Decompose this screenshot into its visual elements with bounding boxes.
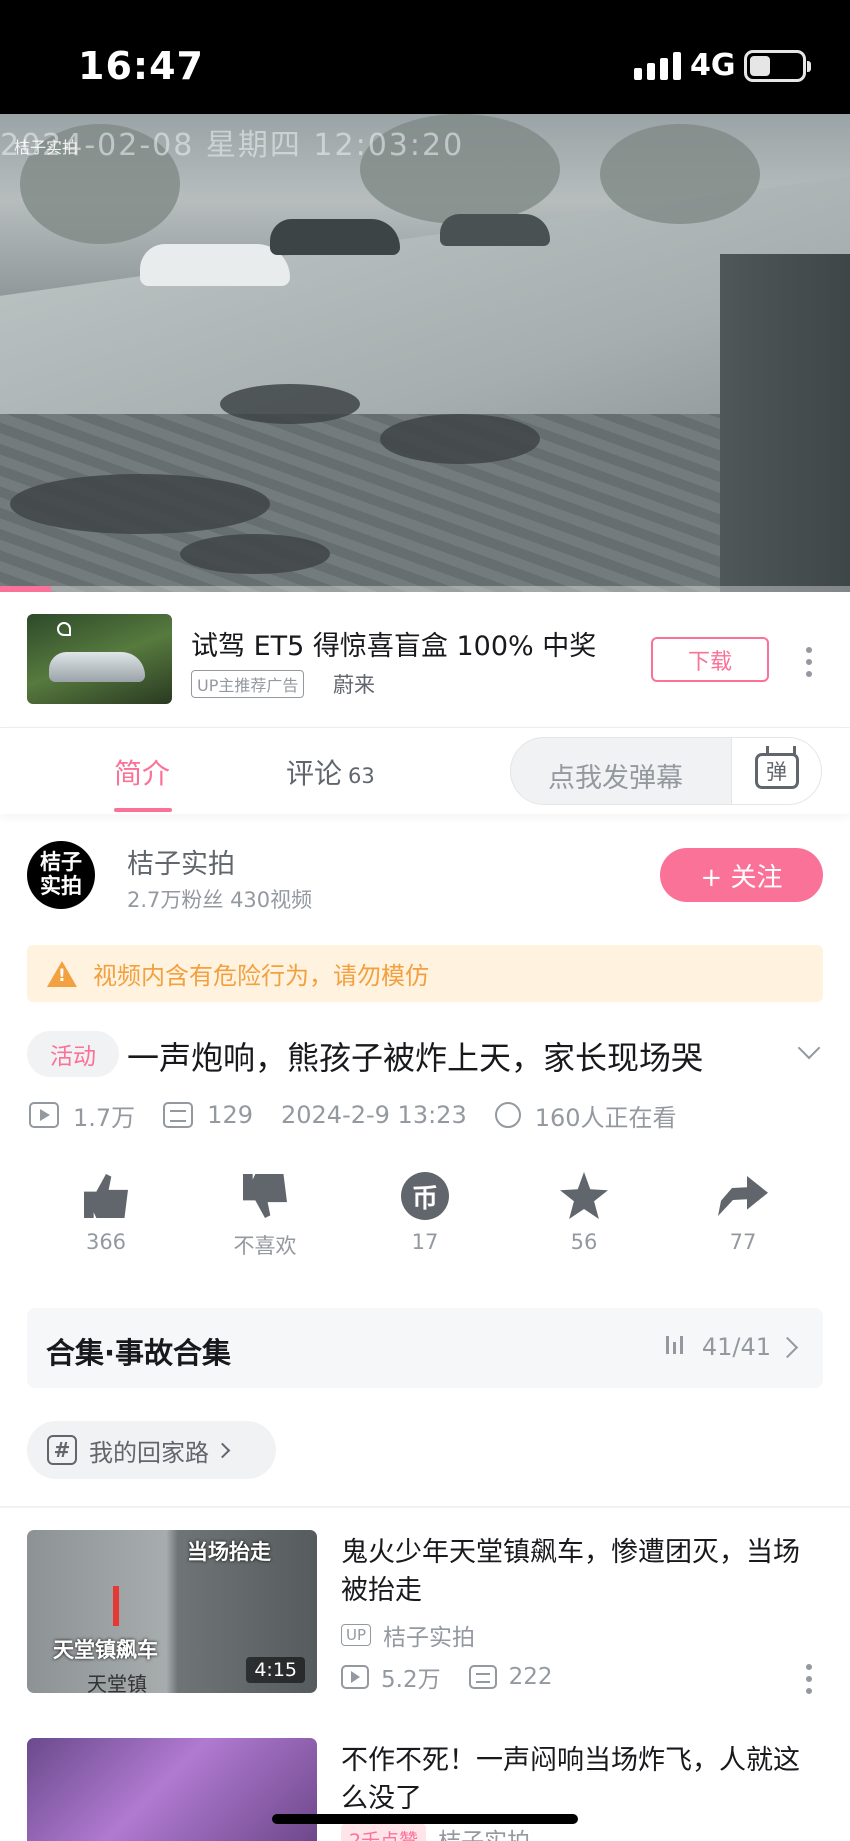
avatar[interactable]: 桔子 实拍 bbox=[27, 841, 95, 909]
dislike-icon bbox=[243, 1174, 287, 1218]
warning-icon bbox=[47, 960, 77, 987]
like-icon bbox=[84, 1174, 128, 1218]
tab-intro[interactable]: 简介 bbox=[114, 752, 170, 792]
warning-text: 视频内含有危险行为，请勿模仿 bbox=[93, 962, 429, 990]
topic-chip[interactable]: # 我的回家路 bbox=[27, 1421, 276, 1479]
video-player[interactable]: 2024-02-08 星期四 12:03:20 桔子实拍 bbox=[0, 114, 850, 592]
play-count-icon bbox=[29, 1102, 59, 1128]
danmaku-count: 129 bbox=[207, 1101, 253, 1129]
watching-people-icon bbox=[494, 1102, 521, 1128]
tab-bar: 简介 评论 63 点我发弹幕 弹 bbox=[0, 728, 850, 814]
expand-chevron-icon[interactable] bbox=[797, 1036, 821, 1060]
more-options-icon[interactable] bbox=[806, 1664, 812, 1694]
danmu-placeholder: 点我发弹幕 bbox=[548, 763, 683, 794]
favorite-icon bbox=[560, 1172, 608, 1220]
tab-comments[interactable]: 评论 63 bbox=[286, 752, 375, 792]
share-count: 77 bbox=[729, 1230, 757, 1254]
divider bbox=[0, 1506, 850, 1508]
topic-label: 我的回家路 bbox=[89, 1438, 209, 1467]
related-video-uploader: UP 桔子实拍 bbox=[341, 1618, 475, 1652]
danmaku-count-icon bbox=[163, 1102, 194, 1128]
ad-thumbnail[interactable] bbox=[27, 614, 172, 704]
up-tag: UP bbox=[341, 1624, 372, 1646]
coin-button[interactable]: 币 17 bbox=[370, 1170, 480, 1254]
video-title-row[interactable]: 活动 一声炮响，熊孩子被炸上天，家长现场哭 bbox=[27, 1028, 823, 1082]
thumb-caption-faded: 天堂镇 bbox=[87, 1672, 147, 1693]
related-video-stats: 5.2万 222 bbox=[341, 1660, 580, 1694]
tab-underline bbox=[114, 808, 172, 812]
ad-more-icon[interactable] bbox=[806, 647, 812, 677]
follow-button[interactable]: + 关注 bbox=[660, 848, 823, 902]
related-video-thumbnail[interactable] bbox=[27, 1738, 317, 1841]
related-video-item[interactable]: 当场抬走 天堂镇飙车 天堂镇 4:15 鬼火少年天堂镇飙车，惨遭团灭，当场被抬走… bbox=[0, 1530, 850, 1700]
action-bar: 366 不喜欢 币 17 56 77 bbox=[0, 1170, 850, 1260]
coin-count: 17 bbox=[411, 1230, 439, 1254]
coin-icon: 币 bbox=[401, 1172, 449, 1220]
ad-tag: UP主推荐广告 bbox=[191, 670, 305, 698]
danmaku-count-icon bbox=[468, 1665, 497, 1689]
like-button[interactable]: 366 bbox=[51, 1170, 161, 1254]
network-type: 4G bbox=[690, 48, 736, 83]
likes-badge: 2千点赞 bbox=[341, 1823, 427, 1841]
danmu-input[interactable]: 点我发弹幕 弹 bbox=[510, 737, 822, 805]
avatar-text-top: 桔子 bbox=[40, 850, 82, 874]
chevron-right-icon bbox=[776, 1336, 799, 1359]
collection-count: 41/41 bbox=[701, 1333, 771, 1361]
related-view-count: 5.2万 bbox=[381, 1667, 441, 1693]
related-video-item[interactable]: 不作不死！一声闷响当场炸飞，人就这么没了 2千点赞桔子实拍 bbox=[0, 1738, 850, 1841]
publish-date: 2024-2-9 13:23 bbox=[280, 1101, 467, 1129]
watching-count: 160人正在看 bbox=[534, 1103, 677, 1132]
tab-comments-label: 评论 bbox=[286, 757, 343, 790]
like-count: 366 bbox=[85, 1230, 127, 1254]
video-meta: 1.7万 129 2024-2-9 13:23 160人正在看 bbox=[29, 1098, 705, 1132]
danmu-tv-icon: 弹 bbox=[754, 753, 799, 789]
collection-card[interactable]: 合集·事故合集 41/41 bbox=[27, 1308, 823, 1388]
red-arrow-icon bbox=[113, 1586, 119, 1626]
avatar-text-bottom: 实拍 bbox=[40, 874, 82, 898]
view-count: 1.7万 bbox=[73, 1103, 136, 1132]
ad-banner[interactable]: 试驾 ET5 得惊喜盲盒 100% 中奖 UP主推荐广告 蔚来 下载 bbox=[0, 592, 850, 728]
play-count-icon bbox=[341, 1665, 369, 1689]
related-up-name: 桔子实拍 bbox=[383, 1625, 476, 1651]
clock: 16:47 bbox=[78, 44, 204, 88]
tab-comments-count: 63 bbox=[348, 764, 375, 788]
related-danmaku-count: 222 bbox=[508, 1664, 553, 1690]
uploader-name[interactable]: 桔子实拍 bbox=[127, 842, 235, 881]
related-video-title[interactable]: 不作不死！一声闷响当场炸飞，人就这么没了 bbox=[341, 1742, 821, 1818]
related-video-thumbnail[interactable]: 当场抬走 天堂镇飙车 天堂镇 4:15 bbox=[27, 1530, 317, 1693]
video-duration: 4:15 bbox=[246, 1657, 305, 1683]
cellular-signal-icon bbox=[634, 50, 681, 80]
danmu-toggle-button[interactable]: 弹 bbox=[731, 738, 821, 804]
related-up-name: 桔子实拍 bbox=[438, 1822, 530, 1841]
uploader-row: 桔子 实拍 桔子实拍 2.7万粉丝 430视频 + 关注 bbox=[0, 838, 850, 928]
ad-brand: 蔚来 bbox=[333, 673, 375, 697]
related-video-uploader: 2千点赞桔子实拍 bbox=[341, 1822, 530, 1841]
thumb-caption-top: 当场抬走 bbox=[187, 1540, 271, 1564]
status-bar: 16:47 4G bbox=[0, 0, 850, 114]
ad-title[interactable]: 试驾 ET5 得惊喜盲盒 100% 中奖 bbox=[191, 624, 596, 663]
topic-hash-icon: # bbox=[47, 1435, 77, 1465]
favorite-count: 56 bbox=[570, 1230, 598, 1254]
ad-download-button[interactable]: 下载 bbox=[651, 637, 769, 682]
favorite-button[interactable]: 56 bbox=[529, 1170, 639, 1254]
thumb-caption-bottom: 天堂镇飙车 bbox=[53, 1638, 158, 1662]
home-indicator[interactable] bbox=[272, 1814, 578, 1824]
chevron-right-icon bbox=[214, 1442, 231, 1458]
share-icon bbox=[718, 1176, 768, 1216]
playlist-bars-icon bbox=[666, 1336, 683, 1354]
share-button[interactable]: 77 bbox=[688, 1170, 798, 1254]
activity-tag[interactable]: 活动 bbox=[27, 1031, 119, 1077]
video-title: 一声炮响，熊孩子被炸上天，家长现场哭 bbox=[127, 1039, 704, 1077]
related-video-title[interactable]: 鬼火少年天堂镇飙车，惨遭团灭，当场被抬走 bbox=[341, 1534, 821, 1610]
uploader-stats: 2.7万粉丝 430视频 bbox=[127, 888, 313, 912]
video-watermark: 桔子实拍 bbox=[14, 138, 79, 157]
dislike-label: 不喜欢 bbox=[233, 1234, 297, 1258]
battery-icon bbox=[744, 50, 811, 82]
collection-title: 合集·事故合集 bbox=[46, 1336, 232, 1370]
dislike-button[interactable]: 不喜欢 bbox=[210, 1170, 320, 1260]
danger-warning-banner: 视频内含有危险行为，请勿模仿 bbox=[27, 945, 823, 1002]
